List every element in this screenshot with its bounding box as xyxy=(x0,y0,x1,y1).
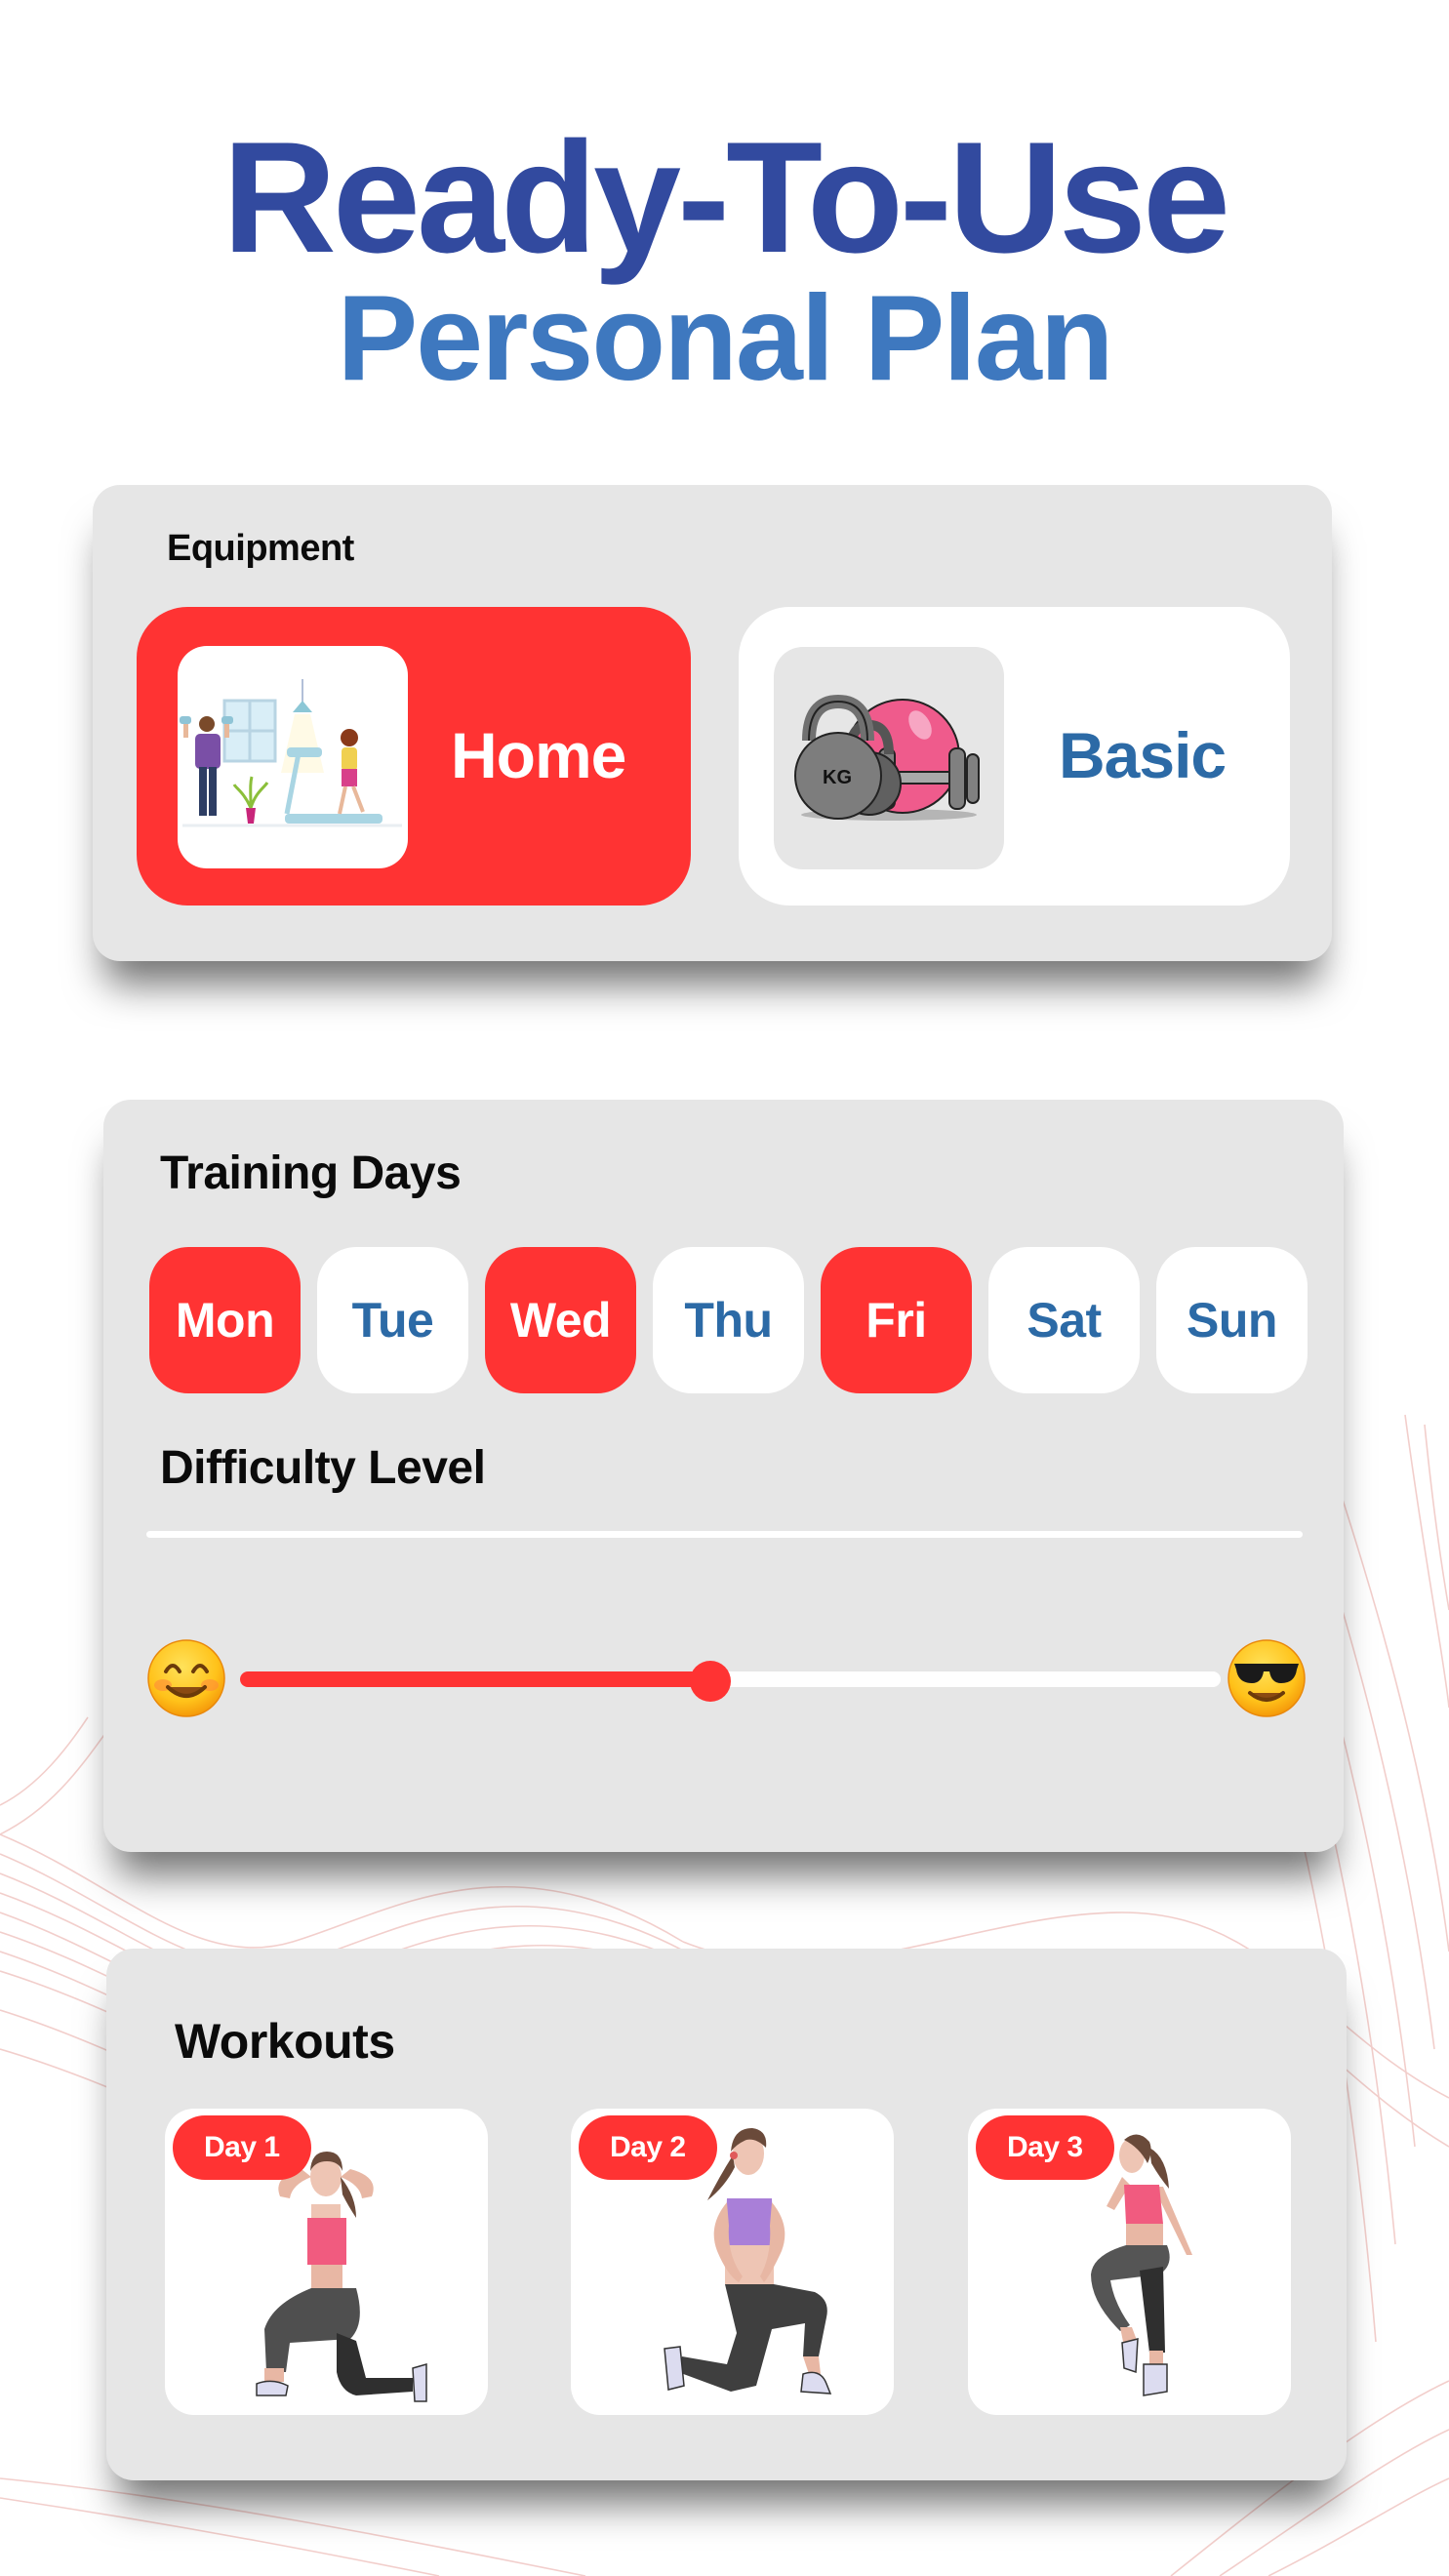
kettlebell-dumbbell-icon: KG xyxy=(774,647,1004,869)
svg-text:KG: KG xyxy=(823,767,852,788)
training-days-label: Training Days xyxy=(160,1147,462,1199)
day-toggle-tue[interactable]: Tue xyxy=(317,1247,468,1393)
day-toggle-thu[interactable]: Thu xyxy=(653,1247,804,1393)
equipment-card: Equipment Home KG Basic xyxy=(93,485,1332,961)
training-days-selector: Mon Tue Wed Thu Fri Sat Sun xyxy=(149,1247,1310,1393)
difficulty-level-label: Difficulty Level xyxy=(160,1442,486,1494)
day-toggle-mon[interactable]: Mon xyxy=(149,1247,301,1393)
equipment-option-basic-label: Basic xyxy=(1059,719,1227,791)
workouts-label: Workouts xyxy=(175,2014,395,2069)
page-title: Ready-To-Use xyxy=(221,109,1230,286)
day-toggle-fri[interactable]: Fri xyxy=(821,1247,972,1393)
day-badge: Day 1 xyxy=(173,2115,311,2180)
day-toggle-sun[interactable]: Sun xyxy=(1156,1247,1308,1393)
difficulty-slider[interactable] xyxy=(240,1661,1221,1702)
workout-card-day-2[interactable]: Day 2 xyxy=(571,2109,894,2415)
day-badge: Day 3 xyxy=(976,2115,1114,2180)
workout-card-day-3[interactable]: Day 3 xyxy=(968,2109,1291,2415)
workouts-card: Workouts Day 1 Day 2 Day 3 xyxy=(106,1949,1347,2480)
equipment-option-home-label: Home xyxy=(451,719,626,791)
equipment-label: Equipment xyxy=(167,528,354,569)
home-workout-illustration xyxy=(178,646,408,868)
training-settings-card: Training Days Mon Tue Wed Thu Fri Sat Su… xyxy=(103,1100,1344,1852)
smiling-face-emoji-icon xyxy=(147,1639,225,1717)
difficulty-slider-fill xyxy=(240,1671,711,1687)
day-badge: Day 2 xyxy=(579,2115,717,2180)
day-toggle-sat[interactable]: Sat xyxy=(988,1247,1140,1393)
section-divider xyxy=(146,1531,1303,1538)
equipment-option-home[interactable]: Home xyxy=(137,607,691,906)
equipment-option-basic[interactable]: KG Basic xyxy=(739,607,1290,906)
day-toggle-wed[interactable]: Wed xyxy=(485,1247,636,1393)
page-subtitle: Personal Plan xyxy=(337,271,1113,406)
difficulty-slider-thumb[interactable] xyxy=(690,1661,732,1702)
workout-card-day-1[interactable]: Day 1 xyxy=(165,2109,488,2415)
sunglasses-face-emoji-icon xyxy=(1228,1639,1306,1717)
